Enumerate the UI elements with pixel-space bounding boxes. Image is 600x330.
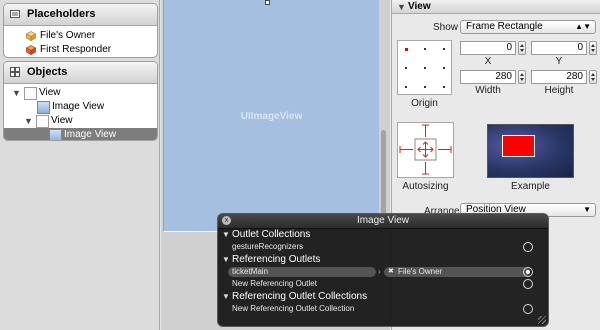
inspector-section-title: View <box>408 1 431 12</box>
placeholders-group: Placeholders File's Owner First Responde… <box>3 3 158 58</box>
placeholders-icon <box>10 10 20 18</box>
autosizing-example-preview <box>487 124 574 178</box>
origin-anchor[interactable] <box>424 48 426 50</box>
view-icon <box>24 87 37 100</box>
outline-item-files-owner[interactable]: File's Owner <box>4 29 157 43</box>
autosizing-caption: Autosizing <box>402 181 449 192</box>
outlet-row-new-referencing-outlet[interactable]: New Referencing Outlet <box>218 278 548 290</box>
outline-item-label: First Responder <box>40 44 112 55</box>
connections-hud: Image View x ▼ Outlet Collections gestur… <box>217 213 549 327</box>
width-stepper[interactable] <box>518 70 526 84</box>
show-popup-value: Frame Rectangle <box>466 21 543 32</box>
height-caption: Height <box>544 85 574 96</box>
outline-item-label: File's Owner <box>40 30 96 41</box>
objects-header-label: Objects <box>27 66 68 78</box>
disclosure-triangle-icon[interactable]: ▼ <box>24 114 33 128</box>
disclosure-triangle-icon[interactable]: ▼ <box>397 0 406 14</box>
y-stepper[interactable] <box>589 41 597 55</box>
cube-icon <box>26 31 36 41</box>
origin-anchor[interactable] <box>443 86 445 88</box>
disclosure-triangle-icon[interactable]: ▼ <box>12 86 21 100</box>
width-caption: Width <box>475 85 501 96</box>
outline-item-label: Image View <box>64 129 117 140</box>
objects-group: Objects ▼ View Image View ▼ View Image V… <box>3 61 158 141</box>
example-view-rect <box>502 135 535 157</box>
outlet-label: ticketMain <box>232 267 269 276</box>
disclosure-triangle-icon[interactable]: ▼ <box>222 254 230 266</box>
section-referencing-outlet-collections[interactable]: ▼ Referencing Outlet Collections <box>218 291 548 303</box>
connection-circle-filled-icon[interactable] <box>523 267 533 277</box>
popup-arrows-icon: ▲▼ <box>575 22 591 31</box>
connection-circle-icon[interactable] <box>523 304 533 314</box>
outlet-label: New Referencing Outlet <box>232 279 317 288</box>
image-view-placeholder-label: UIImageView <box>240 111 303 122</box>
disclosure-triangle-icon[interactable]: ▼ <box>222 229 230 241</box>
objects-header[interactable]: Objects <box>4 62 157 84</box>
origin-anchor[interactable] <box>424 67 426 69</box>
responder-cube-icon <box>26 45 36 55</box>
show-label: Show <box>433 22 459 33</box>
close-icon[interactable]: x <box>222 216 231 225</box>
outlet-row-gesture-recognizers[interactable]: gestureRecognizers <box>218 241 548 253</box>
connection-target-label: File's Owner <box>398 267 443 276</box>
document-outline: Placeholders File's Owner First Responde… <box>0 0 160 330</box>
inspector-section-header[interactable]: ▼ View <box>392 0 600 14</box>
y-caption: Y <box>555 56 563 67</box>
image-view-canvas-element[interactable]: UIImageView <box>163 0 379 232</box>
section-label: Outlet Collections <box>232 229 311 240</box>
show-popup[interactable]: Frame Rectangle ▲▼ <box>460 20 596 34</box>
origin-caption: Origin <box>411 98 438 109</box>
remove-connection-icon[interactable]: ✖ <box>388 266 394 278</box>
connection-circle-icon[interactable] <box>523 242 533 252</box>
connector-chevron-icon: › <box>378 267 381 276</box>
image-view-icon <box>49 129 62 140</box>
section-outlet-collections[interactable]: ▼ Outlet Collections <box>218 229 548 241</box>
placeholders-header-label: Placeholders <box>27 8 96 20</box>
popup-arrow-icon: ▼ <box>583 205 591 214</box>
outlet-label: New Referencing Outlet Collection <box>232 304 355 313</box>
outline-item-first-responder[interactable]: First Responder <box>4 43 157 57</box>
section-label: Referencing Outlets <box>232 254 321 265</box>
y-field[interactable]: 0 <box>531 41 587 55</box>
resize-grip-icon[interactable] <box>538 316 546 324</box>
outline-item-view[interactable]: ▼ View <box>4 114 157 128</box>
origin-anchor[interactable] <box>424 86 426 88</box>
outline-item-label: Image View <box>52 101 105 112</box>
height-stepper[interactable] <box>589 70 597 84</box>
objects-icon <box>10 67 20 77</box>
outlet-label: gestureRecognizers <box>232 242 304 251</box>
origin-anchor[interactable] <box>443 67 445 69</box>
origin-control[interactable] <box>397 40 452 95</box>
disclosure-triangle-icon[interactable]: ▼ <box>222 291 230 303</box>
origin-anchor-selected[interactable] <box>405 48 408 51</box>
placeholders-header[interactable]: Placeholders <box>4 4 157 26</box>
origin-anchor[interactable] <box>443 48 445 50</box>
section-label: Referencing Outlet Collections <box>232 291 368 302</box>
origin-anchor[interactable] <box>405 67 407 69</box>
outlet-row-ticket-main[interactable]: › ticketMain ✖ File's Owner <box>218 266 548 278</box>
connection-circle-icon[interactable] <box>523 279 533 289</box>
height-field[interactable]: 280 <box>531 70 587 84</box>
origin-anchor[interactable] <box>405 86 407 88</box>
x-caption: X <box>484 56 492 67</box>
view-icon <box>36 115 49 128</box>
example-caption: Example <box>511 181 550 192</box>
x-field[interactable]: 0 <box>460 41 516 55</box>
section-referencing-outlets[interactable]: ▼ Referencing Outlets <box>218 254 548 266</box>
x-stepper[interactable] <box>518 41 526 55</box>
outline-item-image-view-selected[interactable]: Image View <box>4 128 157 140</box>
resize-handle[interactable] <box>265 0 270 5</box>
outline-item-image-view[interactable]: Image View <box>4 100 157 114</box>
outline-item-label: View <box>39 87 61 98</box>
autosizing-springs-struts-icon[interactable] <box>398 123 453 177</box>
hud-title: Image View <box>218 214 548 229</box>
outline-item-label: View <box>51 115 73 126</box>
image-view-icon <box>37 101 50 114</box>
width-field[interactable]: 280 <box>460 70 516 84</box>
outline-item-view[interactable]: ▼ View <box>4 86 157 100</box>
outlet-row-new-referencing-outlet-collection[interactable]: New Referencing Outlet Collection <box>218 303 548 315</box>
autosizing-control[interactable] <box>397 122 454 178</box>
